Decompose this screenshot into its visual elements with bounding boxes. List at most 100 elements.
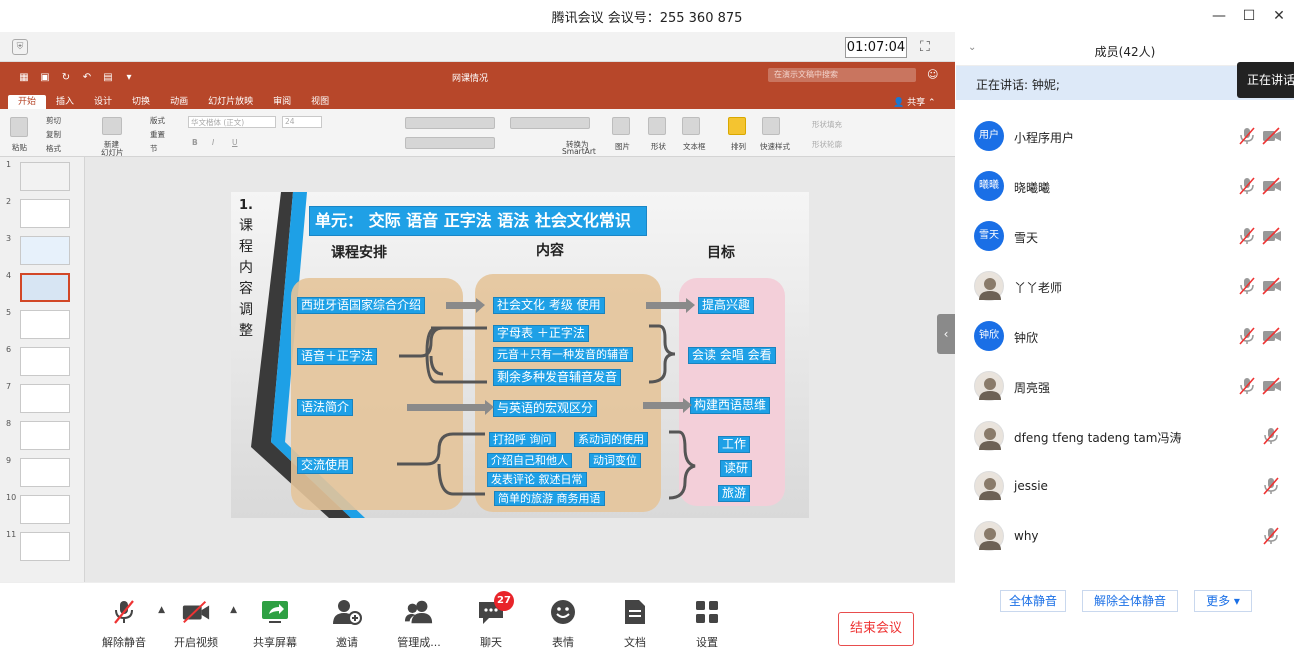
- arrange-icon[interactable]: [728, 117, 746, 135]
- video-off-icon[interactable]: [1262, 177, 1281, 195]
- ppt-tab-animations[interactable]: 动画: [160, 95, 198, 109]
- muted-mic-icon[interactable]: [1238, 277, 1256, 295]
- paragraph-tools[interactable]: [405, 117, 495, 129]
- muted-mic-icon[interactable]: [1238, 327, 1256, 345]
- slide-thumbnail[interactable]: [20, 199, 70, 228]
- start-video-button[interactable]: 开启视频 ▲: [161, 597, 237, 650]
- end-meeting-button[interactable]: 结束会议: [838, 612, 914, 646]
- muted-mic-icon[interactable]: [1262, 527, 1280, 545]
- slide-thumbnail-selected[interactable]: [20, 273, 70, 302]
- share-screen-button[interactable]: 共享屏幕: [240, 597, 310, 650]
- alignment-tools[interactable]: [405, 137, 495, 149]
- shape-icon[interactable]: [648, 117, 666, 135]
- maximize-icon[interactable]: ☐: [1234, 0, 1264, 32]
- video-off-icon[interactable]: [1262, 377, 1281, 395]
- manage-members-button[interactable]: 管理成...: [384, 597, 454, 650]
- underline-button[interactable]: U: [232, 138, 238, 147]
- slide-thumbnail[interactable]: [20, 310, 70, 339]
- slide-thumbnail[interactable]: [20, 495, 70, 524]
- avatar: [974, 421, 1004, 451]
- member-row[interactable]: 用户 小程序用户: [956, 112, 1294, 162]
- shield-icon[interactable]: ⛨: [12, 39, 28, 55]
- copy-button[interactable]: 复制: [46, 129, 61, 140]
- app-menu-icon[interactable]: ▦: [18, 71, 30, 83]
- redo-icon[interactable]: ↻: [60, 71, 72, 83]
- member-row[interactable]: 雪天 雪天: [956, 212, 1294, 262]
- minimize-icon[interactable]: —: [1204, 0, 1234, 32]
- collapse-panel-handle[interactable]: ‹: [937, 314, 955, 354]
- convert-smartart-label-2[interactable]: SmartArt: [562, 147, 596, 156]
- video-off-icon[interactable]: [1262, 277, 1281, 295]
- ppt-tab-transitions[interactable]: 切换: [122, 95, 160, 109]
- ppt-tab-slideshow[interactable]: 幻灯片放映: [198, 95, 263, 109]
- shape-fill-button[interactable]: 形状填充: [812, 119, 842, 130]
- thumb-number: 10: [6, 493, 17, 502]
- ppt-tab-view[interactable]: 视图: [301, 95, 339, 109]
- document-icon: [620, 597, 650, 627]
- muted-mic-icon[interactable]: [1262, 477, 1280, 495]
- muted-mic-icon[interactable]: [1238, 177, 1256, 195]
- muted-mic-icon[interactable]: [1238, 127, 1256, 145]
- ppt-tab-design[interactable]: 设计: [84, 95, 122, 109]
- undo-icon[interactable]: ↶: [81, 71, 93, 83]
- section-button[interactable]: 节: [150, 143, 158, 154]
- settings-button[interactable]: 设置: [672, 597, 742, 650]
- member-row[interactable]: 钟欣 钟欣: [956, 312, 1294, 362]
- invite-button[interactable]: 邀请: [312, 597, 382, 650]
- cut-button[interactable]: 剪切: [46, 115, 61, 126]
- file-icon[interactable]: ▤: [102, 71, 114, 83]
- slide-thumbnail[interactable]: [20, 347, 70, 376]
- avatar: 钟欣: [974, 321, 1004, 351]
- member-row[interactable]: jessie: [956, 462, 1294, 512]
- more-button[interactable]: 更多 ▾: [1194, 590, 1252, 612]
- format-painter-button[interactable]: 格式: [46, 143, 61, 154]
- video-off-icon[interactable]: [1262, 327, 1281, 345]
- ppt-tab-home[interactable]: 开始: [8, 95, 47, 109]
- muted-mic-icon[interactable]: [1262, 427, 1280, 445]
- member-row[interactable]: why: [956, 512, 1294, 562]
- close-icon[interactable]: ✕: [1264, 0, 1294, 32]
- slide-thumbnail[interactable]: [20, 162, 70, 191]
- text-direction-tools[interactable]: [510, 117, 590, 129]
- quick-style-icon[interactable]: [762, 117, 780, 135]
- video-off-icon[interactable]: [1262, 127, 1281, 145]
- mute-all-button[interactable]: 全体静音: [1000, 590, 1066, 612]
- italic-button[interactable]: I: [212, 138, 214, 147]
- member-row[interactable]: dfeng tfeng tadeng tam冯涛: [956, 412, 1294, 462]
- chevron-up-icon[interactable]: ▲: [230, 605, 237, 615]
- member-row[interactable]: 丫丫老师: [956, 262, 1294, 312]
- member-row[interactable]: 曦曦 晓曦曦: [956, 162, 1294, 212]
- muted-mic-icon[interactable]: [1238, 377, 1256, 395]
- muted-mic-icon[interactable]: [1238, 227, 1256, 245]
- shape-outline-button[interactable]: 形状轮廓: [812, 139, 842, 150]
- unmute-all-button[interactable]: 解除全体静音: [1082, 590, 1178, 612]
- member-row[interactable]: 周亮强: [956, 362, 1294, 412]
- customize-icon[interactable]: ▾: [123, 71, 135, 83]
- save-icon[interactable]: ▣: [39, 71, 51, 83]
- documents-button[interactable]: 文档: [600, 597, 670, 650]
- fullscreen-icon[interactable]: ⛶: [920, 39, 938, 55]
- reset-button[interactable]: 重置: [150, 129, 165, 140]
- chat-button[interactable]: 27 聊天: [456, 591, 526, 650]
- ppt-share-button[interactable]: 👤 共享 ⌃: [893, 95, 936, 108]
- smile-icon[interactable]: ☺: [927, 68, 938, 81]
- font-select[interactable]: 华文楷体 (正文): [188, 116, 276, 128]
- slide-thumbnail[interactable]: [20, 384, 70, 413]
- ppt-search-input[interactable]: 在演示文稿中搜索: [768, 68, 916, 82]
- emoji-button[interactable]: 表情: [528, 597, 598, 650]
- textbox-icon[interactable]: [682, 117, 700, 135]
- layout-button[interactable]: 版式: [150, 115, 165, 126]
- bold-button[interactable]: B: [192, 138, 198, 147]
- slide-thumbnail[interactable]: [20, 421, 70, 450]
- slide-thumbnail[interactable]: [20, 458, 70, 487]
- new-slide-icon[interactable]: [102, 117, 122, 135]
- slide-thumbnail[interactable]: [20, 236, 70, 265]
- picture-icon[interactable]: [612, 117, 630, 135]
- ppt-tab-insert[interactable]: 插入: [46, 95, 84, 109]
- font-size-select[interactable]: 24: [282, 116, 322, 128]
- slide-thumbnail[interactable]: [20, 532, 70, 561]
- ppt-tab-review[interactable]: 审阅: [263, 95, 301, 109]
- paste-icon[interactable]: [10, 117, 28, 137]
- unmute-button[interactable]: 解除静音 ▲: [89, 597, 165, 650]
- video-off-icon[interactable]: [1262, 227, 1281, 245]
